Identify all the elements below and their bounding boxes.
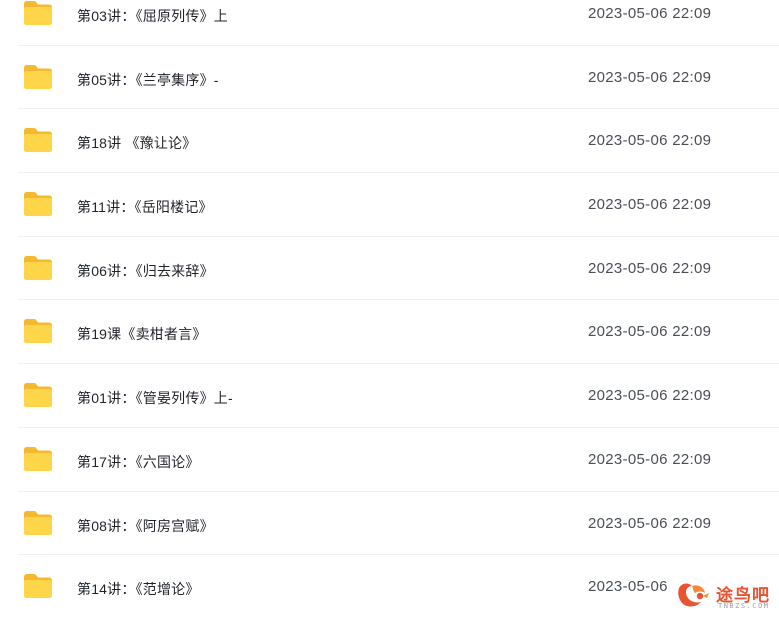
file-name[interactable]: 第05讲：《兰亭集序》- bbox=[77, 70, 219, 90]
file-name[interactable]: 第06讲：《归去来辞》 bbox=[77, 261, 214, 281]
file-name[interactable]: 第17讲：《六国论》 bbox=[77, 452, 200, 472]
folder-icon bbox=[23, 510, 53, 536]
list-item[interactable]: 第18讲 《豫让论》 2023-05-06 22:09 bbox=[18, 109, 779, 174]
file-name[interactable]: 第14讲：《范增论》 bbox=[77, 579, 200, 599]
bird-logo-icon bbox=[676, 580, 712, 612]
site-watermark: 途鸟吧 TNBZS.COM bbox=[676, 578, 776, 614]
list-item[interactable]: 第03讲：《屈原列传》上 2023-05-06 22:09 bbox=[18, 0, 779, 46]
list-item[interactable]: 第08讲：《阿房宫赋》 2023-05-06 22:09 bbox=[18, 492, 779, 556]
list-item[interactable]: 第19课《卖柑者言》 2023-05-06 22:09 bbox=[18, 300, 779, 365]
list-item[interactable]: 第14讲：《范增论》 2023-05-06 bbox=[18, 555, 779, 619]
folder-icon bbox=[23, 0, 53, 26]
file-date: 2023-05-06 22:09 bbox=[588, 514, 712, 532]
folder-icon bbox=[23, 318, 53, 344]
folder-icon bbox=[23, 191, 53, 217]
file-date: 2023-05-06 22:09 bbox=[588, 68, 712, 86]
file-name[interactable]: 第18讲 《豫让论》 bbox=[77, 133, 196, 153]
file-date: 2023-05-06 bbox=[588, 578, 668, 596]
file-list: 第03讲：《屈原列传》上 2023-05-06 22:09 第05讲：《兰亭集序… bbox=[0, 0, 779, 619]
file-date: 2023-05-06 22:09 bbox=[588, 387, 712, 405]
folder-icon bbox=[23, 446, 53, 472]
folder-icon bbox=[23, 255, 53, 281]
file-name[interactable]: 第19课《卖柑者言》 bbox=[77, 324, 207, 344]
file-date: 2023-05-06 22:09 bbox=[588, 323, 712, 341]
folder-icon bbox=[23, 64, 53, 90]
file-date: 2023-05-06 22:09 bbox=[588, 132, 712, 150]
folder-icon bbox=[23, 127, 53, 153]
folder-icon bbox=[23, 573, 53, 599]
file-name[interactable]: 第08讲：《阿房宫赋》 bbox=[77, 516, 214, 536]
file-name[interactable]: 第01讲：《管晏列传》上- bbox=[77, 388, 233, 408]
list-item[interactable]: 第06讲：《归去来辞》 2023-05-06 22:09 bbox=[18, 237, 779, 301]
file-date: 2023-05-06 22:09 bbox=[588, 450, 712, 468]
file-name[interactable]: 第11讲：《岳阳楼记》 bbox=[77, 197, 213, 217]
list-item[interactable]: 第11讲：《岳阳楼记》 2023-05-06 22:09 bbox=[18, 173, 779, 237]
watermark-subtext: TNBZS.COM bbox=[718, 602, 770, 610]
file-date: 2023-05-06 22:09 bbox=[588, 5, 712, 22]
file-date: 2023-05-06 22:09 bbox=[588, 196, 712, 214]
list-item[interactable]: 第17讲：《六国论》 2023-05-06 22:09 bbox=[18, 428, 779, 492]
folder-icon bbox=[23, 382, 53, 408]
file-date: 2023-05-06 22:09 bbox=[588, 259, 712, 277]
list-item[interactable]: 第01讲：《管晏列传》上- 2023-05-06 22:09 bbox=[18, 364, 779, 428]
file-name[interactable]: 第03讲：《屈原列传》上 bbox=[77, 6, 228, 26]
list-item[interactable]: 第05讲：《兰亭集序》- 2023-05-06 22:09 bbox=[18, 46, 779, 110]
